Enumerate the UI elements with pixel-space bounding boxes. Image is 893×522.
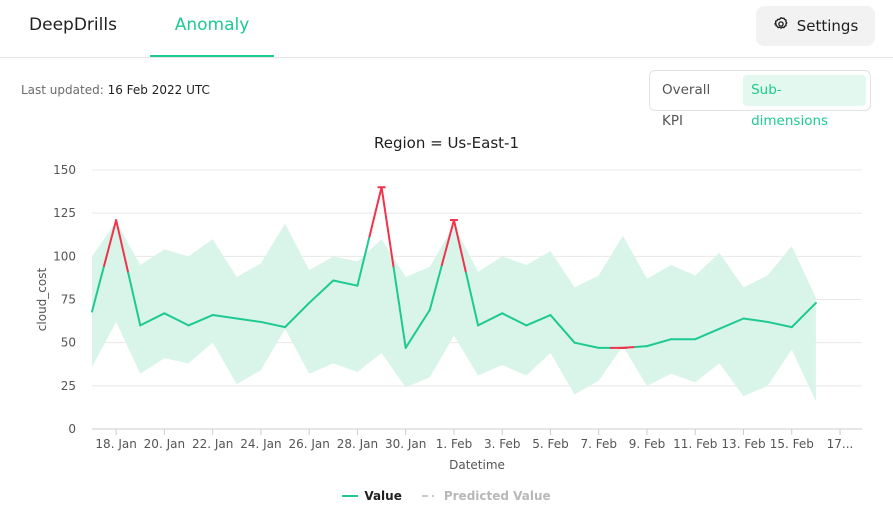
x-tick-label: 24. Jan [240, 437, 281, 451]
x-tick-label: 11. Feb [673, 437, 717, 451]
legend-item-predicted[interactable]: Predicted Value [421, 489, 551, 503]
predicted-range-band [92, 221, 816, 402]
legend-swatch-predicted [421, 495, 438, 497]
y-tick-label: 0 [68, 422, 76, 436]
x-tick-label: 20. Jan [144, 437, 185, 451]
y-tick-label: 75 [61, 293, 76, 307]
x-tick-label: 26. Jan [288, 437, 329, 451]
chart-legend: Value Predicted Value [0, 489, 893, 503]
value-line-segment [368, 186, 383, 238]
x-axis-label: Datetime [449, 458, 505, 472]
y-tick-label: 25 [61, 379, 76, 393]
x-tick-label: 5. Feb [532, 437, 569, 451]
x-tick-label: 7. Feb [580, 437, 617, 451]
y-tick-label: 150 [53, 163, 76, 177]
legend-label-value: Value [364, 489, 402, 503]
legend-label-predicted: Predicted Value [443, 489, 551, 503]
legend-swatch-value [342, 495, 359, 497]
value-line-segment [633, 345, 648, 348]
legend-item-value[interactable]: Value [342, 489, 402, 503]
x-tick-label: 18. Jan [95, 437, 136, 451]
x-tick-label: 13. Feb [721, 437, 765, 451]
y-tick-label: 100 [53, 249, 76, 263]
line-chart: 0 25 50 75 100 125 150 18. Jan 20. Jan 22. Jan 24.… [35, 163, 862, 472]
x-tick-label: 22. Jan [192, 437, 233, 451]
y-tick-label: 125 [53, 206, 76, 220]
y-tick-label: 50 [61, 336, 76, 350]
y-axis-label: cloud_cost [35, 268, 49, 332]
x-tick-label: 9. Feb [629, 437, 666, 451]
x-tick-label: 28. Jan [337, 437, 378, 451]
x-tick-label: 3. Feb [484, 437, 521, 451]
x-tick-label: 1. Feb [436, 437, 473, 451]
x-tick-label: 15. Feb [770, 437, 814, 451]
x-tick-label: 30. Jan [385, 437, 426, 451]
x-tick-label: 17... [827, 437, 854, 451]
